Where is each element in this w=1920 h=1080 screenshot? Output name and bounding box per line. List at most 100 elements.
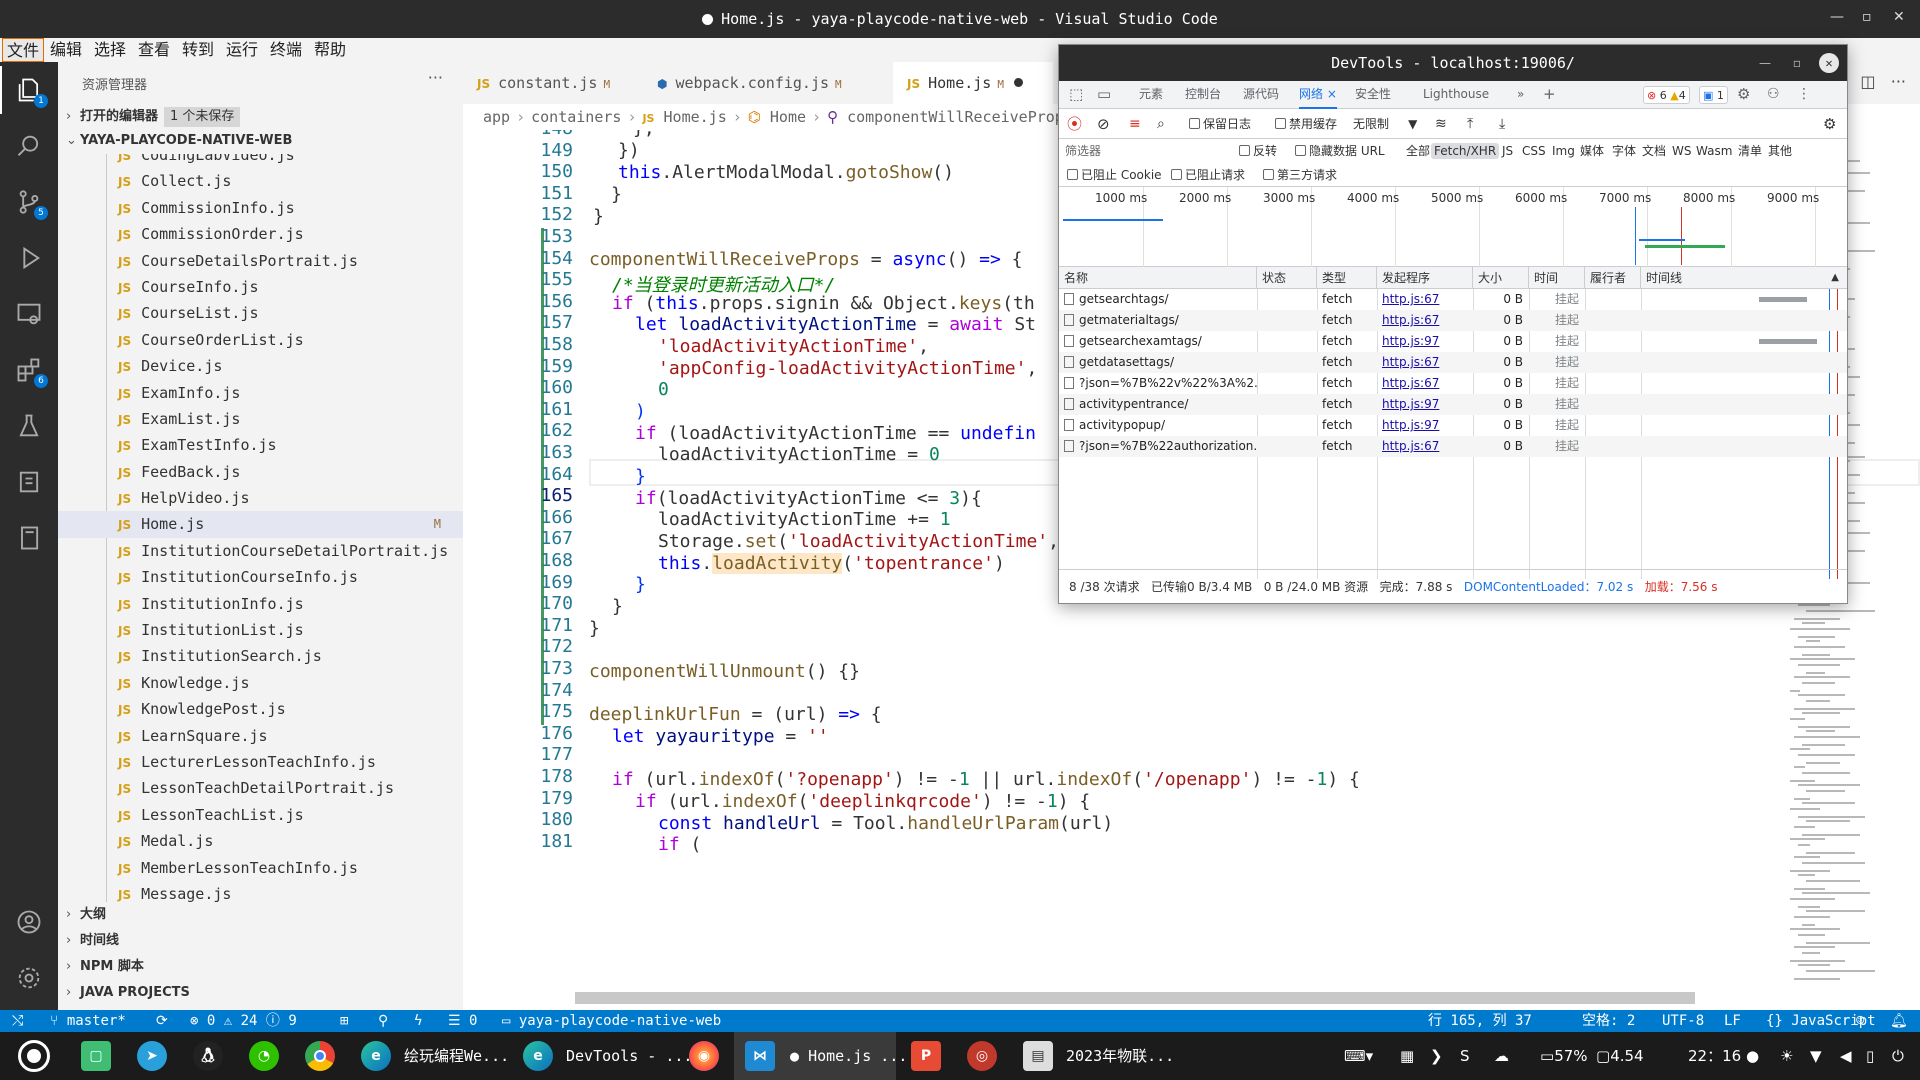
request-row[interactable]: ?json=%7B%22v%22%3A%2... fetch http.js:67 0… [1059,373,1847,394]
file-item[interactable]: JS LessonTeachList.js [58,802,463,828]
menu-file[interactable]: 文件 [2,38,45,62]
file-item[interactable]: JS InstitutionSearch.js [58,643,463,669]
filter-fetch-xhr[interactable]: Fetch/XHR [1431,143,1500,159]
filter-input[interactable]: 筛选器 [1065,139,1101,163]
wps-icon[interactable]: P [906,1038,946,1074]
taskbar-app-label[interactable]: DevTools - ... [566,1032,692,1080]
request-initiator[interactable]: http.js:67 [1377,373,1473,394]
problems-indicator[interactable]: ⊗ 0 ⚠ 24 ⓘ 9 [190,1010,297,1032]
keyboard-icon[interactable]: ⌨▾ [1344,1032,1373,1080]
breadcrumb-method[interactable]: componentWillReceiveProps [847,108,1063,126]
filter-ws[interactable]: WS [1669,143,1694,159]
phone-icon[interactable]: ▯ [1866,1032,1874,1080]
timeline-section[interactable]: › 时间线 [58,930,463,952]
book-icon[interactable] [0,514,58,562]
hide-data-urls-checkbox[interactable]: 隐藏数据 URL [1295,139,1385,163]
docker-icon[interactable] [0,458,58,506]
tray-app-icon[interactable]: ☁ [1494,1032,1509,1080]
lightning-icon[interactable]: ϟ [414,1010,422,1032]
power-icon[interactable]: ⏻ [1892,1032,1904,1080]
clock[interactable]: 22：16 [1688,1032,1741,1080]
taskbar-app-label[interactable]: 绘玩编程We... [404,1032,509,1080]
file-item[interactable]: JS CourseList.js [58,300,463,326]
request-initiator[interactable]: http.js:67 [1377,352,1473,373]
file-item[interactable]: JS HelpVideo.js [58,485,463,511]
outline-section[interactable]: › 大纲 [58,904,463,926]
file-item[interactable]: JS FeedBack.js [58,459,463,485]
file-item[interactable]: JS InstitutionList.js [58,617,463,643]
cursor-position[interactable]: 行 165, 列 37 [1428,1010,1532,1032]
more-actions-icon[interactable]: ··· [1891,72,1906,91]
col-size[interactable]: 大小 [1473,267,1529,289]
menu-selection[interactable]: 选择 [90,38,130,62]
open-editors-section[interactable]: › 打开的编辑器 1 个未保存 [58,106,463,128]
recorder-icon[interactable]: ◎ [962,1038,1002,1074]
breadcrumb-class[interactable]: Home [770,108,806,126]
file-item[interactable]: JS Medal.js [58,828,463,854]
tab-webpack-config[interactable]: ⬢ webpack.config.js M [643,62,873,104]
third-party-checkbox[interactable]: 第三方请求 [1263,163,1337,187]
throttling-select[interactable]: 无限制 ▼ [1353,112,1417,136]
file-item[interactable]: JS Home.js M [58,511,463,538]
file-item[interactable]: JS InstitutionInfo.js [58,591,463,617]
folder-indicator[interactable]: ▭ yaya-playcode-native-web [502,1010,721,1032]
col-type[interactable]: 类型 [1317,267,1377,289]
network-overview-timeline[interactable]: 1000 ms 2000 ms 3000 ms 4000 ms 5000 ms … [1059,187,1847,267]
tab-network[interactable]: 网络 × [1299,81,1337,109]
project-section[interactable]: ⌄ YAYA-PLAYCODE-NATIVE-WEB [58,130,463,152]
telegram-icon[interactable]: ➤ [132,1038,172,1074]
file-item[interactable]: JS Device.js [58,353,463,379]
request-initiator[interactable]: http.js:67 [1377,310,1473,331]
request-row[interactable]: getsearchexamtags/fetch http.js:97 0 B 挂起 [1059,331,1847,352]
minimize-button[interactable]: — [1759,45,1771,81]
file-item[interactable]: JS ExamInfo.js [58,380,463,406]
search-icon[interactable] [0,122,58,170]
menu-help[interactable]: 帮助 [310,38,350,62]
filter-font[interactable]: 字体 [1609,143,1639,159]
tray-app-icon[interactable]: S [1460,1032,1470,1080]
request-row[interactable]: ?json=%7B%22authorization... fetch http.js… [1059,436,1847,457]
indentation[interactable]: 空格: 2 [1582,1010,1635,1032]
record-stop-icon[interactable]: ⦿ [1067,112,1082,136]
wifi-icon[interactable]: ▼ [1810,1032,1822,1080]
ports-icon[interactable]: ⊞ [340,1010,348,1032]
tab-home-js[interactable]: JS Home.js M [893,62,1053,104]
brightness-icon[interactable]: ☀ [1780,1032,1793,1080]
blocked-requests-checkbox[interactable]: 已阻止请求 [1171,163,1245,187]
extensions-icon[interactable]: 6 [0,346,58,394]
search-icon[interactable]: ⌕ [1157,112,1165,136]
file-item[interactable]: JS CodingLabVideo.js [58,154,463,168]
col-waterfall[interactable]: 时间线 ▲ [1641,267,1847,289]
file-item[interactable]: JS CourseOrderList.js [58,327,463,353]
close-window-button[interactable]: ✕ [1893,9,1905,25]
chrome-icon[interactable] [300,1038,340,1074]
split-editor-icon[interactable]: ◫ [1860,72,1875,91]
feedback-icon[interactable]: ☺ [1856,1010,1864,1032]
request-initiator[interactable]: http.js:67 [1377,436,1473,457]
more-actions-icon[interactable]: ··· [428,68,443,87]
tab-security[interactable]: 安全性 [1355,81,1391,108]
close-icon[interactable]: ✕ [1819,53,1839,73]
file-item[interactable]: JS Message.js [58,881,463,902]
more-tabs-icon[interactable]: » [1517,81,1524,108]
customize-menu-icon[interactable]: ⋮ [1797,81,1811,108]
filter-js[interactable]: JS [1499,143,1516,159]
preserve-log-checkbox[interactable]: 保留日志 [1189,112,1251,136]
request-row[interactable]: activitypopup/fetch http.js:97 0 B 挂起 [1059,415,1847,436]
filter-img[interactable]: Img [1549,143,1578,159]
unsaved-dot-icon[interactable] [1013,78,1023,87]
filter-wasm[interactable]: Wasm [1693,143,1735,159]
file-item[interactable]: JS InstitutionCourseDetailPortrait.js [58,538,463,564]
file-item[interactable]: JS Collect.js [58,168,463,194]
ports-indicator[interactable]: ☰ 0 [448,1010,477,1032]
col-time[interactable]: 时间 [1529,267,1585,289]
menu-run[interactable]: 运行 [222,38,262,62]
settings-gear-icon[interactable] [0,954,58,1002]
filter-css[interactable]: CSS [1519,143,1549,159]
firefox-icon[interactable]: ◉ [684,1038,724,1074]
minimize-button[interactable]: — [1830,9,1844,25]
file-item[interactable]: JS CourseInfo.js [58,274,463,300]
tab-sources[interactable]: 源代码 [1243,81,1279,108]
request-initiator[interactable]: http.js:67 [1377,289,1473,310]
request-row[interactable]: activitypentrance/fetch http.js:97 0 B 挂起 [1059,394,1847,415]
